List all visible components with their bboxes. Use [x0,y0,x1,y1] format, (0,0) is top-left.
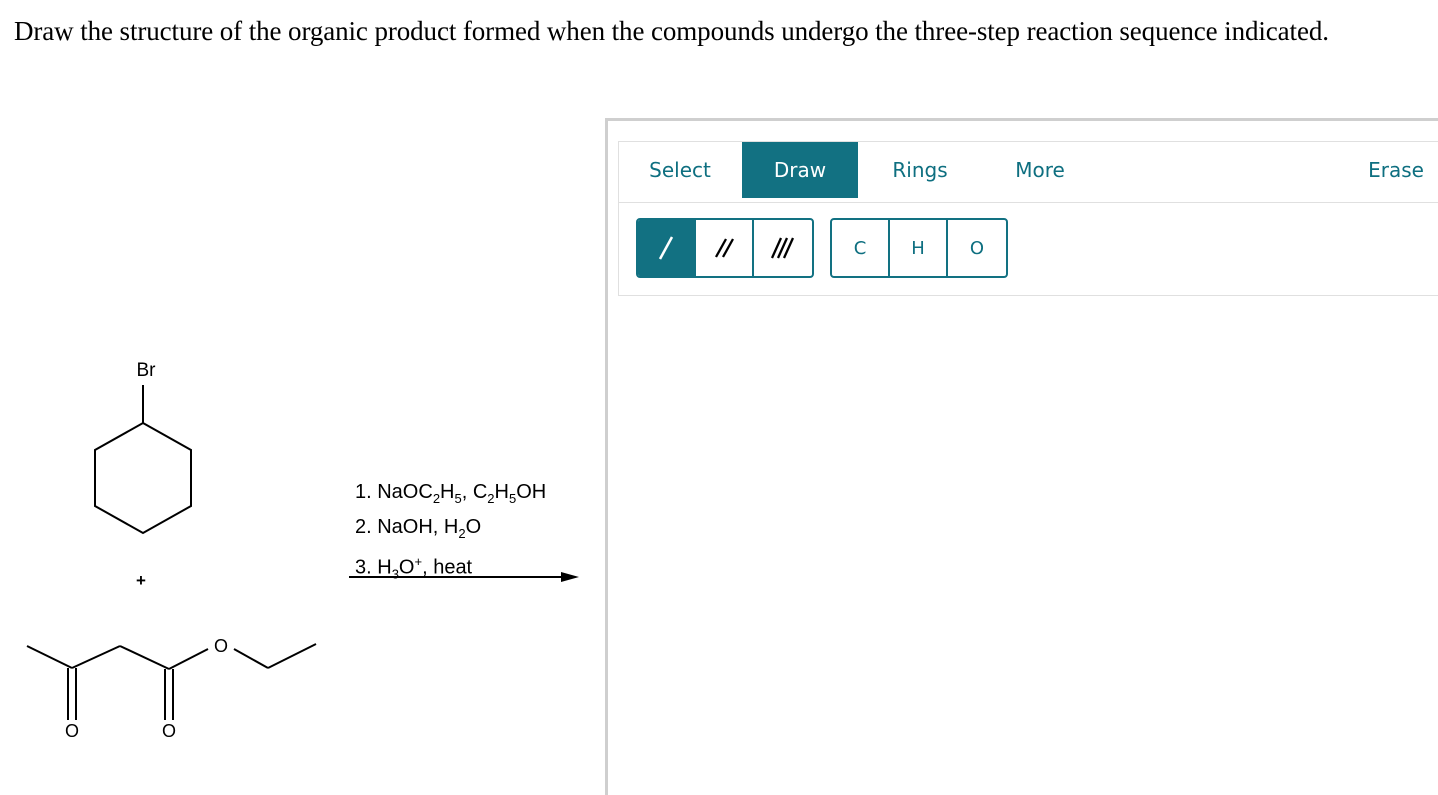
bromocyclohexane [94,385,192,535]
atom-h-button[interactable]: H [890,220,948,276]
reagent-subscript: 2 [487,491,495,506]
triple-bond-icon [770,237,795,259]
reagent-step-2: 2. NaOH, H2O [355,513,546,548]
tab-rings[interactable]: Rings [859,142,981,198]
reagent-text: O [465,516,482,538]
atom-c-button[interactable]: C [832,220,890,276]
reagent-text: 1. NaOC [355,481,433,503]
double-bond-icon [714,238,735,258]
tab-draw[interactable]: Draw [742,142,858,198]
reagent-text: 2. NaOH, H [355,516,459,538]
reagent-subscript: 5 [454,491,462,506]
tool-row: C H O [618,201,1438,296]
tab-select[interactable]: Select [619,142,741,198]
reactant-structures: Br + O O O [26,360,317,741]
editor-toolbar: Select Draw Rings More Erase [618,141,1438,203]
reagent-step-1: 1. NaOC2H5, C2H5OH [355,478,546,513]
single-bond-icon [658,236,674,260]
tab-erase[interactable]: Erase [1351,142,1438,198]
drawing-canvas-panel[interactable]: Select Draw Rings More Erase C H O [605,118,1438,795]
atom-o-button[interactable]: O [948,220,1006,276]
bromo-label: Br [137,360,157,381]
reagent-superscript: + [414,554,423,569]
single-bond-button[interactable] [638,220,696,276]
ester-carbonyl-oxygen-label: O [162,721,176,741]
reaction-arrow [349,572,579,582]
reagent-subscript: 2 [458,526,466,541]
double-bond-button[interactable] [696,220,754,276]
ketone-oxygen-label: O [65,721,79,741]
plus-sign: + [136,571,146,590]
ethyl-acetoacetate [26,643,317,720]
atom-tools-group: C H O [830,218,1008,278]
ester-oxygen-label: O [214,636,228,656]
reagent-text: OH [516,481,547,503]
question-text: Draw the structure of the organic produc… [14,16,1329,46]
bond-tools-group [636,218,814,278]
tab-more[interactable]: More [981,142,1099,198]
reagent-text: , C [461,481,488,503]
triple-bond-button[interactable] [754,220,812,276]
reagent-subscript: 2 [432,491,441,506]
reagent-text: H [440,481,455,503]
reagent-text: H [494,481,509,503]
